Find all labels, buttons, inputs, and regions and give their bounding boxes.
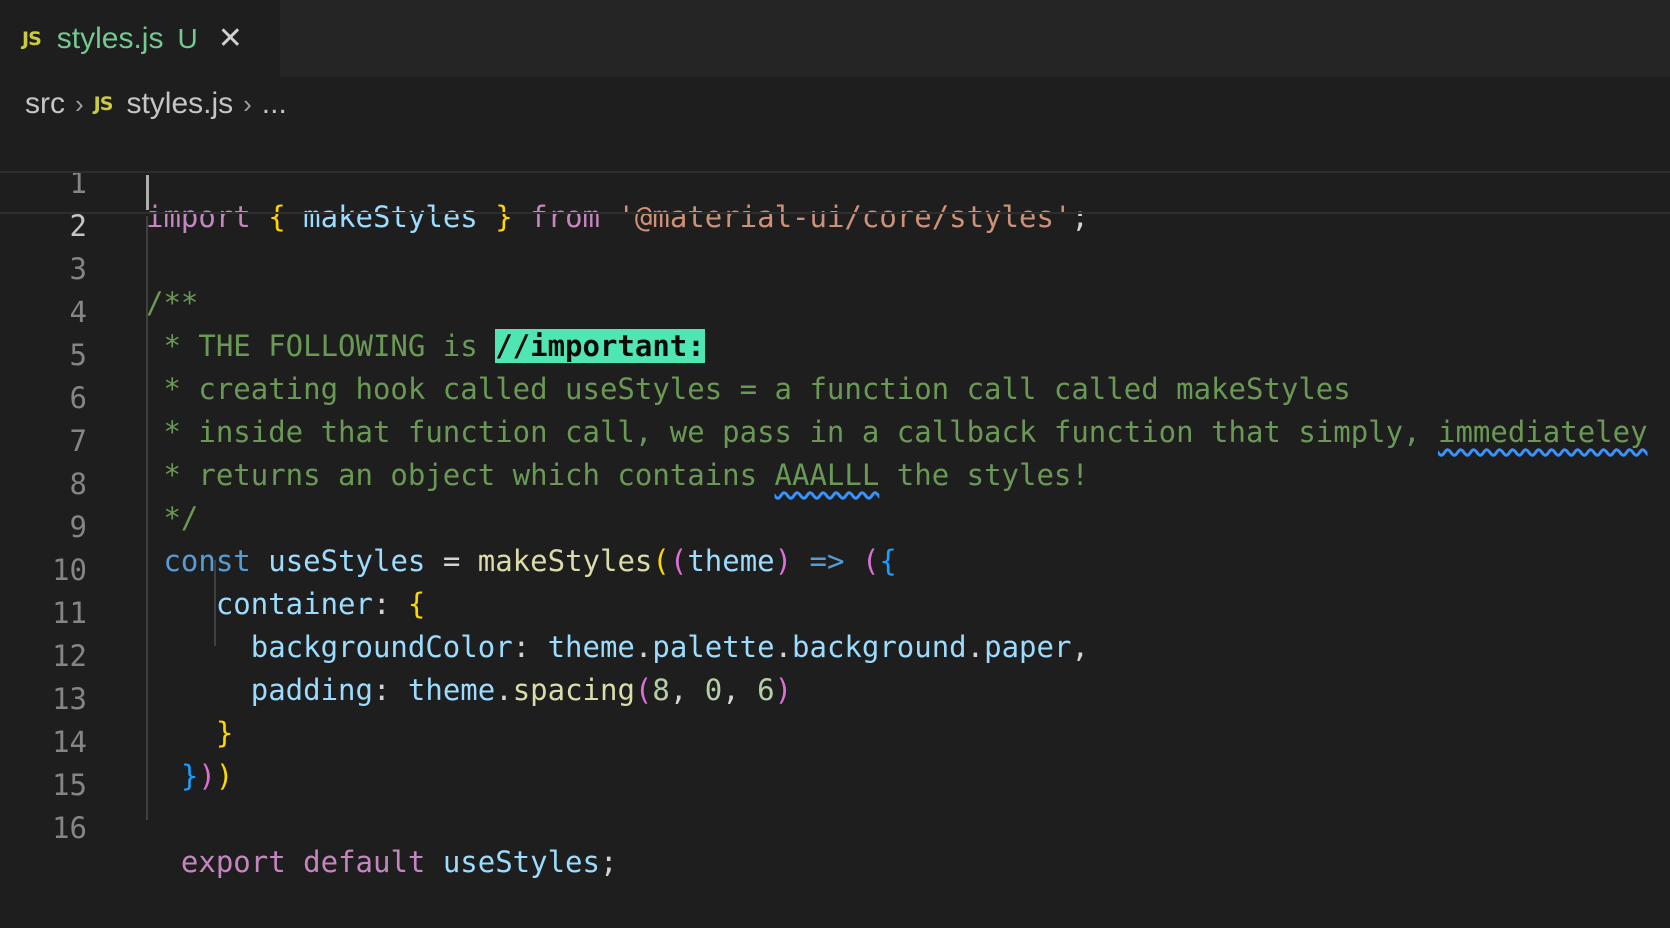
- code-line-8[interactable]: 8 */: [0, 429, 1670, 535]
- line-number: 16: [52, 811, 87, 845]
- chevron-right-icon: ›: [75, 88, 84, 119]
- code-line-10[interactable]: 10 container: {: [0, 515, 1670, 621]
- token-keyword: default: [303, 845, 426, 879]
- code-editor[interactable]: 1 import { makeStyles } from '@material-…: [0, 128, 1670, 928]
- chevron-right-icon: ›: [243, 88, 252, 119]
- token-punctuation: ;: [599, 845, 618, 879]
- code-line-2-active[interactable]: 2: [0, 171, 1670, 243]
- close-icon[interactable]: ✕: [218, 21, 243, 56]
- token-keyword: export: [146, 845, 286, 879]
- breadcrumb-file[interactable]: styles.js: [126, 87, 233, 121]
- tab-bar: JS styles.js U ✕: [0, 0, 1670, 77]
- code-line-12[interactable]: 12 padding: theme.spacing(8, 0, 6): [0, 601, 1670, 707]
- javascript-file-icon: JS: [22, 27, 42, 50]
- code-line-9[interactable]: 9 const useStyles = makeStyles((theme) =…: [0, 472, 1670, 578]
- untracked-status-badge: U: [177, 22, 198, 54]
- code-text: export default useStyles;: [146, 841, 618, 884]
- code-line-13[interactable]: 13 }: [0, 644, 1670, 750]
- breadcrumb-symbols[interactable]: ...: [262, 87, 287, 121]
- javascript-file-icon: JS: [93, 93, 114, 115]
- code-line-4[interactable]: 4 * THE FOLLOWING is //important:: [0, 257, 1670, 363]
- code-line-14[interactable]: 14 })): [0, 687, 1670, 793]
- text-cursor: [146, 175, 149, 210]
- code-line-5[interactable]: 5 * creating hook called useStyles = a f…: [0, 300, 1670, 406]
- breadcrumb: src › JS styles.js › ...: [25, 84, 287, 124]
- tab-styles-js[interactable]: JS styles.js U ✕: [0, 0, 280, 77]
- code-line-6[interactable]: 6 * inside that function call, we pass i…: [0, 343, 1670, 449]
- code-line-16[interactable]: 16 export default useStyles;: [0, 773, 1670, 879]
- tab-filename: styles.js: [56, 21, 164, 55]
- breadcrumb-folder-src[interactable]: src: [25, 87, 65, 121]
- code-line-1[interactable]: 1 import { makeStyles } from '@material-…: [0, 128, 1670, 234]
- code-line-7[interactable]: 7 * returns an object which contains AAA…: [0, 386, 1670, 492]
- token-variable: useStyles: [442, 845, 600, 879]
- code-line-3[interactable]: 3 /**: [0, 214, 1670, 320]
- code-line-11[interactable]: 11 backgroundColor: theme.palette.backgr…: [0, 558, 1670, 664]
- code-line-15[interactable]: 15: [0, 730, 1670, 802]
